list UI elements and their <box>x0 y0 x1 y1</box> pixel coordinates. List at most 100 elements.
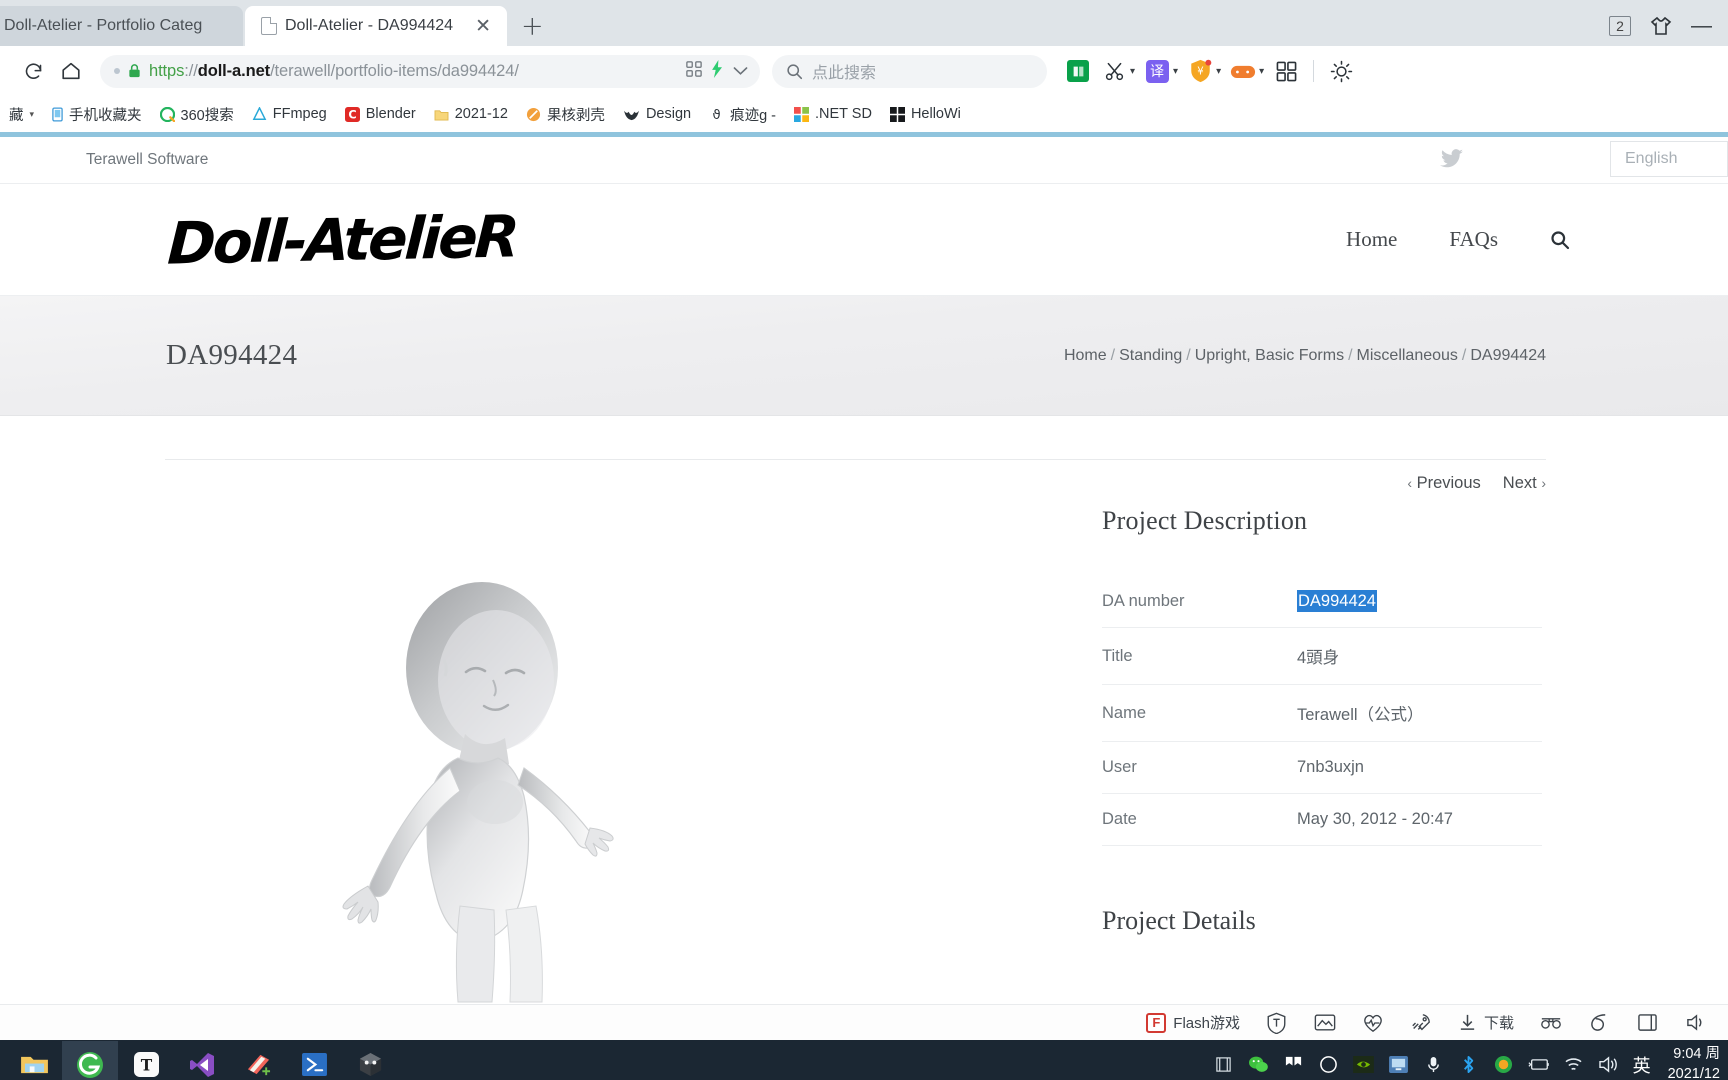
window-controls: 2 — <box>1609 15 1728 46</box>
reload-icon[interactable] <box>14 52 52 90</box>
wechat-icon[interactable] <box>1248 1054 1270 1076</box>
bluetooth-icon[interactable] <box>1458 1054 1480 1076</box>
breadcrumb-item-current: DA994424 <box>1470 346 1546 364</box>
taskbar-item-360-browser[interactable] <box>62 1041 118 1080</box>
next-project-link[interactable]: Next › <box>1503 474 1546 493</box>
tshirt-skin-icon[interactable] <box>1649 16 1673 36</box>
leaf-icon[interactable] <box>1588 1012 1610 1034</box>
browser-tab-inactive[interactable]: Doll-Atelier - Portfolio Categ <box>0 6 243 46</box>
row-key: User <box>1102 758 1137 776</box>
bookmark-blender[interactable]: C Blender <box>336 99 425 129</box>
brightness-sun-icon[interactable] <box>1324 54 1358 88</box>
url-scheme: https <box>149 61 185 80</box>
ime-indicator[interactable]: 英 <box>1633 1052 1651 1078</box>
nav-item-faqs[interactable]: FAQs <box>1449 227 1498 252</box>
minimize-button[interactable]: — <box>1691 15 1712 36</box>
home-icon[interactable] <box>52 52 90 90</box>
twitter-icon[interactable] <box>1440 149 1464 169</box>
taskbar-clock[interactable]: 9:04 周 2021/12 <box>1664 1045 1720 1080</box>
bookmark-360search[interactable]: 360搜索 <box>151 99 243 129</box>
bookmark-mobile[interactable]: 手机收藏夹 <box>43 99 151 129</box>
site-logo[interactable]: Doll-AtelieR <box>166 202 518 277</box>
bookmark-folder-2021-12[interactable]: 2021-12 <box>425 99 517 129</box>
360-safe-icon[interactable] <box>1493 1054 1515 1076</box>
battery-icon[interactable] <box>1528 1054 1550 1076</box>
microphone-icon[interactable] <box>1423 1054 1445 1076</box>
folder-icon <box>434 109 449 121</box>
breadcrumb-item-2[interactable]: Upright, Basic Forms <box>1195 347 1344 364</box>
taskbar-item-typora[interactable]: T <box>118 1041 174 1080</box>
wifi-icon[interactable] <box>1563 1054 1585 1076</box>
flash-game-button[interactable]: F Flash游戏 <box>1146 1012 1240 1033</box>
browser-toolbar: https://doll-a.net/terawell/portfolio-it… <box>0 46 1728 96</box>
bat-icon <box>624 110 639 120</box>
scissors-icon[interactable] <box>1097 54 1131 88</box>
bookmark-label: Blender <box>365 106 416 122</box>
breadcrumb-separator: / <box>1110 346 1116 364</box>
address-bar[interactable]: https://doll-a.net/terawell/portfolio-it… <box>100 54 760 88</box>
heartbeat-icon[interactable] <box>1362 1012 1384 1034</box>
windows-store-icon[interactable] <box>1283 1054 1305 1076</box>
notepad-plus-plus-icon <box>247 1054 270 1076</box>
bookmark-ffmpeg[interactable]: FFmpeg <box>243 99 336 129</box>
bookmark-label: 藏 <box>9 107 24 124</box>
tab-title: Doll-Atelier - DA994424 <box>285 17 454 34</box>
nvidia-icon[interactable] <box>1353 1054 1375 1076</box>
language-selector[interactable]: English <box>1610 141 1728 177</box>
project-image[interactable] <box>310 576 710 1004</box>
bookmark-guohe[interactable]: 果核剥壳 <box>517 99 614 129</box>
gamepad-icon[interactable] <box>1226 54 1260 88</box>
bookmark-henji[interactable]: ϑ 痕迹g - <box>700 99 785 129</box>
window-split-icon[interactable] <box>1636 1012 1658 1034</box>
bookmark-design[interactable]: Design <box>614 99 700 129</box>
volume-icon[interactable] <box>1684 1012 1706 1034</box>
bookmark-dotnet-sdk[interactable]: .NET SD <box>785 99 881 129</box>
translate-icon[interactable]: 译 <box>1140 54 1174 88</box>
taskbar-item-blender[interactable] <box>342 1041 398 1080</box>
row-value[interactable]: DA994424 <box>1297 576 1542 628</box>
orange-slash-icon <box>526 107 540 121</box>
chevron-down-icon[interactable] <box>733 64 748 79</box>
tab-count-badge[interactable]: 2 <box>1609 16 1631 36</box>
film-icon[interactable] <box>1213 1054 1235 1076</box>
speed-bolt-icon[interactable] <box>711 59 724 83</box>
dictionary-icon[interactable] <box>1061 54 1095 88</box>
cortana-icon[interactable] <box>1318 1054 1340 1076</box>
shield-icon[interactable] <box>1266 1012 1288 1034</box>
taskbar-item-notepad-plus-plus[interactable] <box>230 1041 286 1080</box>
360-browser-icon <box>77 1051 103 1078</box>
browser-tab-active[interactable]: Doll-Atelier - DA994424 ✕ <box>245 6 507 46</box>
apps-grid-icon[interactable] <box>1269 54 1303 88</box>
typora-icon: T <box>133 1052 159 1077</box>
bookmark-favorites[interactable]: 藏 ▾ <box>0 99 43 129</box>
nav-item-home[interactable]: Home <box>1346 227 1397 252</box>
shield-payment-icon[interactable]: ¥ <box>1183 54 1217 88</box>
download-button[interactable]: 下载 <box>1458 1012 1514 1033</box>
project-description-heading: Project Description <box>1102 506 1308 535</box>
close-tab-icon[interactable]: ✕ <box>473 16 493 36</box>
page-favicon-icon <box>261 17 277 35</box>
previous-project-link[interactable]: ‹ Previous <box>1407 474 1480 493</box>
breadcrumb-item-0[interactable]: Home <box>1064 347 1107 364</box>
chevron-down-icon[interactable]: ▾ <box>30 109 35 120</box>
bookmark-hellowindows[interactable]: HelloWi <box>881 99 970 129</box>
download-label: 下载 <box>1483 1015 1514 1032</box>
visual-studio-icon <box>190 1052 214 1077</box>
rocket-icon[interactable] <box>1410 1012 1432 1034</box>
breadcrumb-item-3[interactable]: Miscellaneous <box>1357 347 1458 364</box>
file-explorer-icon <box>20 1056 48 1074</box>
glasses-icon[interactable] <box>1540 1012 1562 1034</box>
image-icon[interactable] <box>1314 1012 1336 1034</box>
taskbar-item-visual-studio[interactable] <box>174 1041 230 1080</box>
taskbar-item-file-explorer[interactable] <box>6 1041 62 1080</box>
lock-icon[interactable] <box>127 63 142 79</box>
search-icon[interactable] <box>1550 230 1570 250</box>
taskbar-item-powershell[interactable] <box>286 1041 342 1080</box>
qr-code-icon[interactable] <box>686 61 702 81</box>
new-tab-button[interactable]: + <box>507 13 558 46</box>
search-input[interactable]: 点此搜索 <box>772 54 1047 88</box>
display-icon[interactable] <box>1388 1054 1410 1076</box>
breadcrumb-item-1[interactable]: Standing <box>1119 347 1182 364</box>
bookmark-label: 手机收藏夹 <box>69 107 142 124</box>
volume-icon[interactable] <box>1598 1054 1620 1076</box>
